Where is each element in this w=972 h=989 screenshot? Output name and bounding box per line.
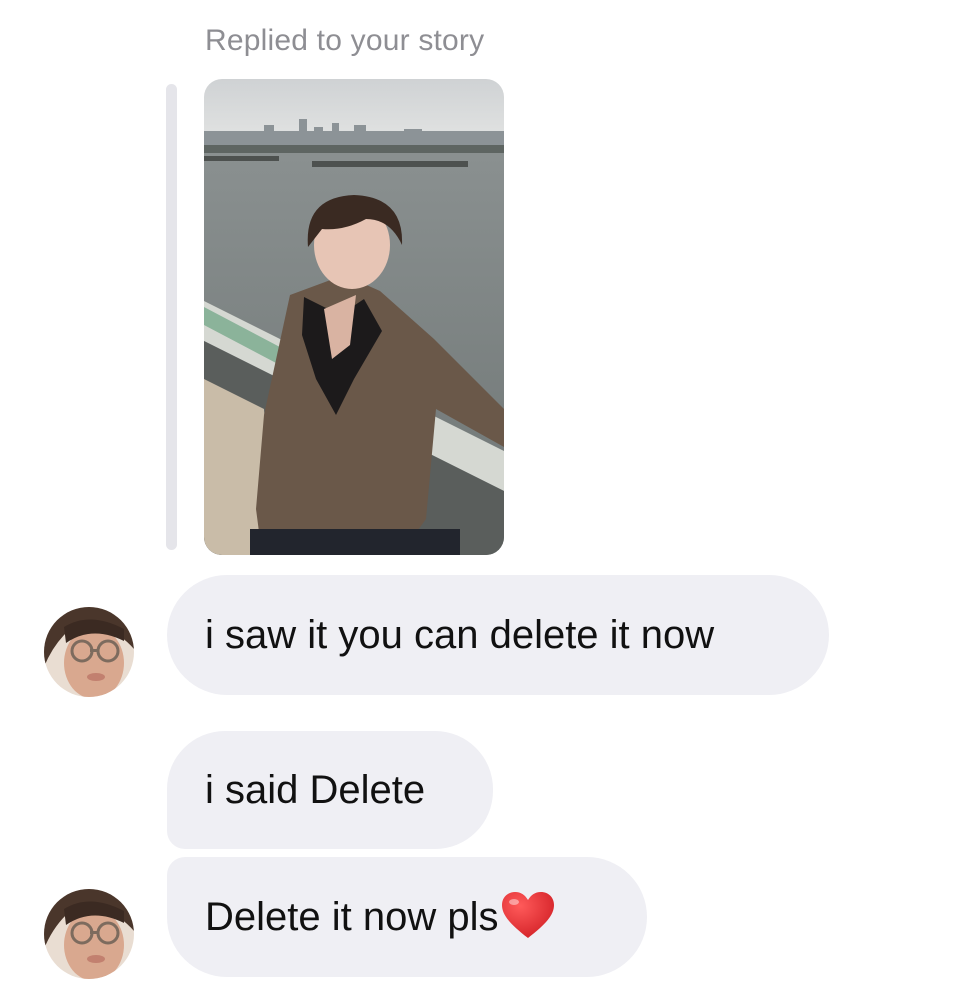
message-text: i saw it you can delete it now xyxy=(205,613,715,657)
message-bubble[interactable]: Delete it now pls xyxy=(167,857,647,977)
reply-indicator-bar xyxy=(166,84,177,550)
sender-avatar[interactable] xyxy=(44,607,134,697)
message-text: Delete it now pls xyxy=(205,895,499,939)
story-thumbnail[interactable] xyxy=(204,79,504,555)
message-bubble[interactable]: i said Delete xyxy=(167,731,493,849)
message-bubble[interactable]: i saw it you can delete it now xyxy=(167,575,829,695)
red-heart-icon xyxy=(500,890,556,947)
story-reply-label: Replied to your story xyxy=(205,24,485,57)
sender-avatar[interactable] xyxy=(44,889,134,979)
message-text: i said Delete xyxy=(205,768,426,812)
